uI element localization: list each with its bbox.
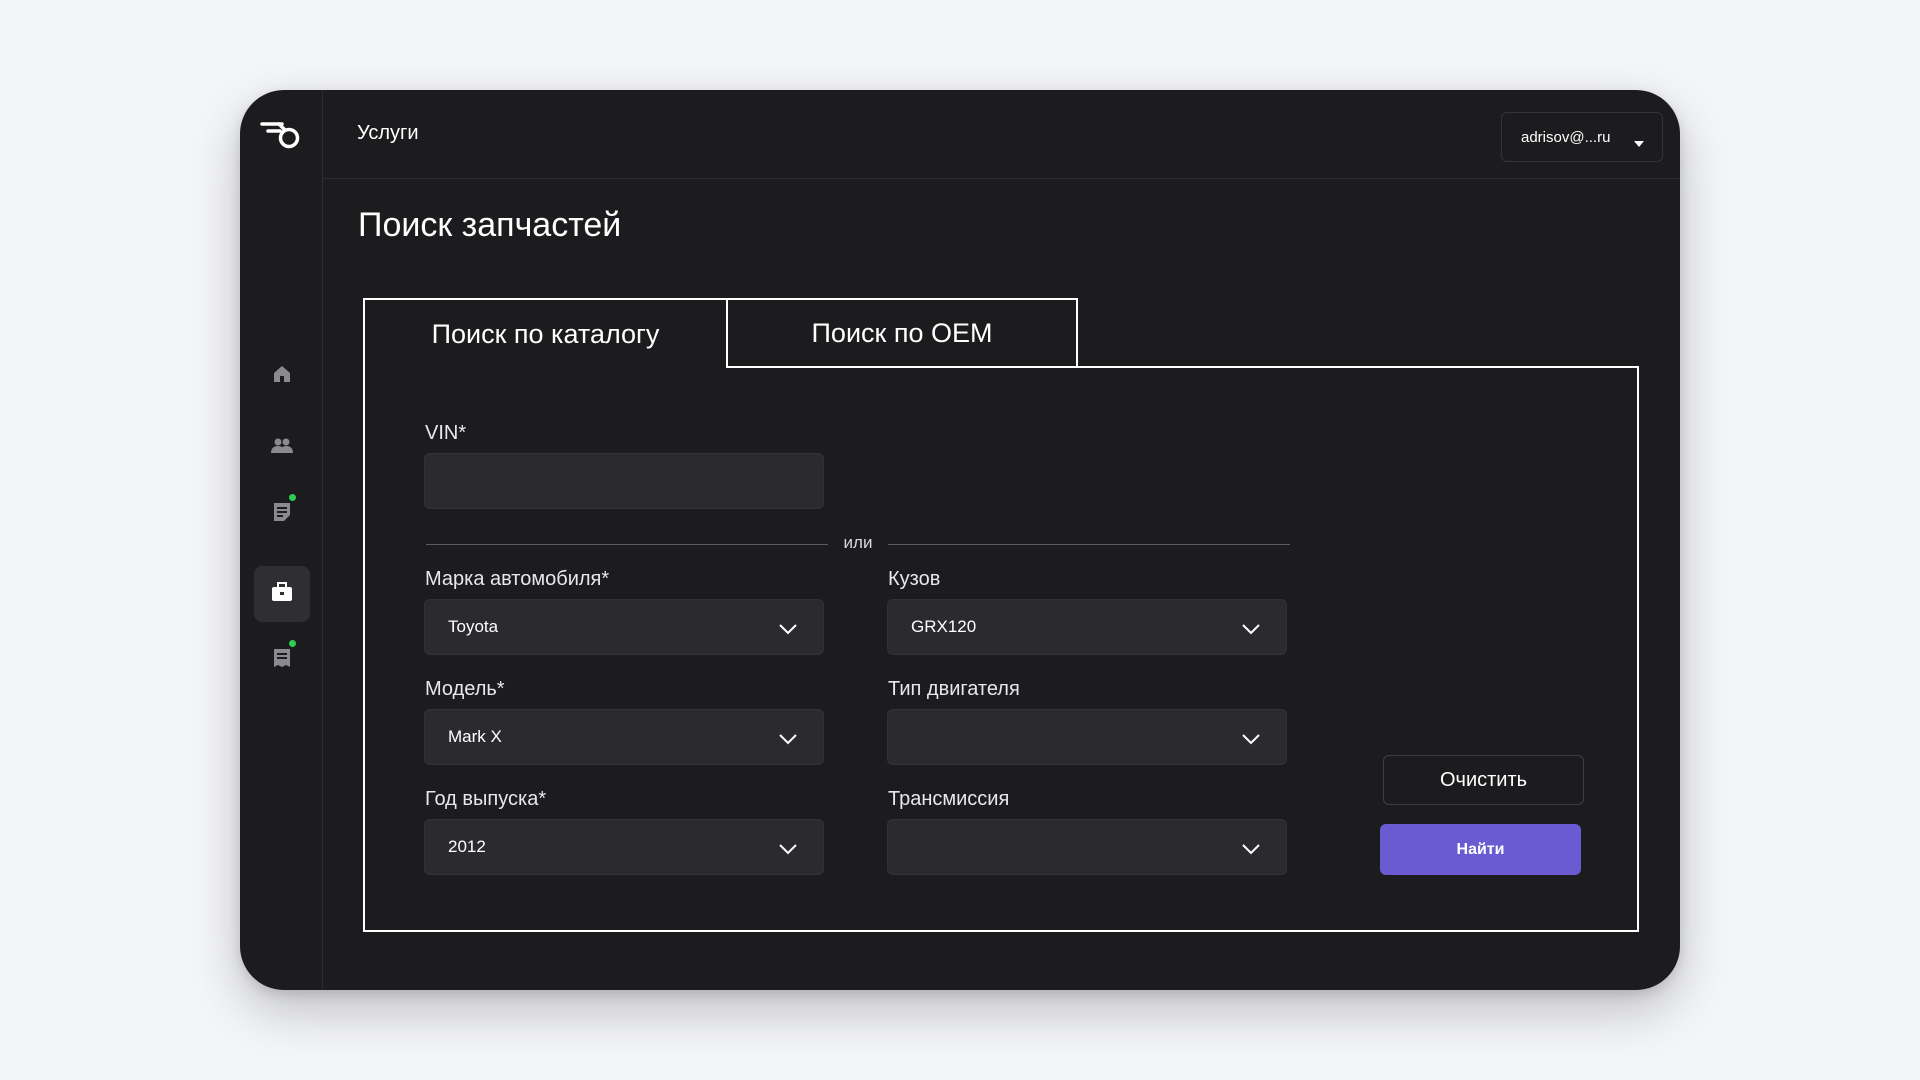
sidebar-item-home[interactable] [254, 348, 310, 404]
section-title: Услуги [357, 122, 419, 144]
search-form-panel [363, 366, 1639, 932]
sidebar-item-parts[interactable] [254, 566, 310, 622]
document-icon [273, 502, 291, 527]
tab-catalog-search[interactable]: Поиск по каталогу [363, 298, 728, 368]
sidebar-item-clients[interactable] [254, 420, 310, 476]
tab-oem-search[interactable]: Поиск по OEM [728, 298, 1078, 368]
app-window: Услуги adrisov@...ru Поиск запчастей Пои… [240, 90, 1680, 990]
briefcase-icon [271, 581, 293, 607]
sidebar [240, 90, 323, 990]
home-icon [272, 364, 292, 389]
user-email: adrisov@...ru [1521, 128, 1611, 146]
top-bar: Услуги adrisov@...ru [323, 90, 1680, 179]
caret-down-icon [1634, 134, 1644, 151]
user-menu-dropdown[interactable]: adrisov@...ru [1501, 112, 1663, 162]
brand-logo-icon[interactable] [260, 118, 304, 154]
notification-badge [289, 640, 296, 647]
tab-connector [365, 364, 726, 370]
receipt-icon [273, 648, 291, 673]
users-icon [271, 437, 293, 460]
sidebar-item-reports[interactable] [254, 632, 310, 688]
notification-badge [289, 494, 296, 501]
sidebar-item-orders[interactable] [254, 486, 310, 542]
page-title: Поиск запчастей [358, 206, 622, 244]
